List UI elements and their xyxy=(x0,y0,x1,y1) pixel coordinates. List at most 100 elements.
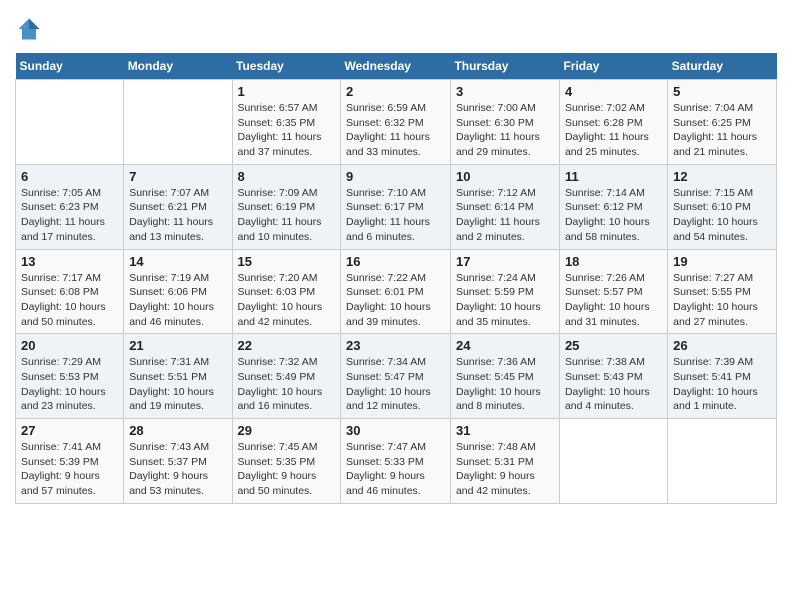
calendar-cell: 17 Sunrise: 7:24 AM Sunset: 5:59 PM Dayli… xyxy=(450,249,559,334)
day-number: 6 xyxy=(21,169,118,184)
day-number: 3 xyxy=(456,84,554,99)
calendar-cell: 29 Sunrise: 7:45 AM Sunset: 5:35 PM Dayli… xyxy=(232,419,341,504)
calendar-cell: 9 Sunrise: 7:10 AM Sunset: 6:17 PM Daylig… xyxy=(341,164,451,249)
day-info: Sunrise: 7:20 AM Sunset: 6:03 PM Dayligh… xyxy=(238,271,336,330)
calendar-week-row: 6 Sunrise: 7:05 AM Sunset: 6:23 PM Daylig… xyxy=(16,164,777,249)
calendar-cell: 6 Sunrise: 7:05 AM Sunset: 6:23 PM Daylig… xyxy=(16,164,124,249)
day-number: 30 xyxy=(346,423,445,438)
day-info: Sunrise: 7:31 AM Sunset: 5:51 PM Dayligh… xyxy=(129,355,226,414)
calendar-cell: 1Sunrise: 6:57 AM Sunset: 6:35 PM Daylig… xyxy=(232,80,341,165)
day-info: Sunrise: 7:22 AM Sunset: 6:01 PM Dayligh… xyxy=(346,271,445,330)
day-number: 21 xyxy=(129,338,226,353)
day-number: 29 xyxy=(238,423,336,438)
calendar-cell: 14 Sunrise: 7:19 AM Sunset: 6:06 PM Dayli… xyxy=(124,249,232,334)
day-number: 7 xyxy=(129,169,226,184)
calendar-cell: 31 Sunrise: 7:48 AM Sunset: 5:31 PM Dayli… xyxy=(450,419,559,504)
day-number: 19 xyxy=(673,254,771,269)
day-info: Sunrise: 7:26 AM Sunset: 5:57 PM Dayligh… xyxy=(565,271,662,330)
calendar-cell: 22 Sunrise: 7:32 AM Sunset: 5:49 PM Dayli… xyxy=(232,334,341,419)
calendar-cell: 7 Sunrise: 7:07 AM Sunset: 6:21 PM Daylig… xyxy=(124,164,232,249)
day-info: Sunrise: 6:57 AM Sunset: 6:35 PM Dayligh… xyxy=(238,101,336,160)
day-number: 9 xyxy=(346,169,445,184)
day-info: Sunrise: 7:32 AM Sunset: 5:49 PM Dayligh… xyxy=(238,355,336,414)
calendar-cell: 11 Sunrise: 7:14 AM Sunset: 6:12 PM Dayli… xyxy=(559,164,667,249)
day-number: 18 xyxy=(565,254,662,269)
logo-icon xyxy=(15,15,43,43)
day-info: Sunrise: 7:41 AM Sunset: 5:39 PM Dayligh… xyxy=(21,440,118,499)
calendar-table: SundayMondayTuesdayWednesdayThursdayFrid… xyxy=(15,53,777,504)
day-number: 12 xyxy=(673,169,771,184)
calendar-cell: 15 Sunrise: 7:20 AM Sunset: 6:03 PM Dayli… xyxy=(232,249,341,334)
calendar-cell: 4 Sunrise: 7:02 AM Sunset: 6:28 PM Daylig… xyxy=(559,80,667,165)
day-number: 27 xyxy=(21,423,118,438)
day-number: 16 xyxy=(346,254,445,269)
calendar-cell: 3 Sunrise: 7:00 AM Sunset: 6:30 PM Daylig… xyxy=(450,80,559,165)
day-number: 5 xyxy=(673,84,771,99)
day-header-friday: Friday xyxy=(559,53,667,80)
calendar-week-row: 13 Sunrise: 7:17 AM Sunset: 6:08 PM Dayli… xyxy=(16,249,777,334)
day-header-monday: Monday xyxy=(124,53,232,80)
calendar-cell: 23Sunrise: 7:34 AM Sunset: 5:47 PM Dayli… xyxy=(341,334,451,419)
calendar-cell: 18 Sunrise: 7:26 AM Sunset: 5:57 PM Dayli… xyxy=(559,249,667,334)
day-info: Sunrise: 7:09 AM Sunset: 6:19 PM Dayligh… xyxy=(238,186,336,245)
day-header-sunday: Sunday xyxy=(16,53,124,80)
day-number: 4 xyxy=(565,84,662,99)
calendar-cell xyxy=(16,80,124,165)
day-info: Sunrise: 7:38 AM Sunset: 5:43 PM Dayligh… xyxy=(565,355,662,414)
day-info: Sunrise: 7:39 AM Sunset: 5:41 PM Dayligh… xyxy=(673,355,771,414)
day-info: Sunrise: 7:29 AM Sunset: 5:53 PM Dayligh… xyxy=(21,355,118,414)
day-header-saturday: Saturday xyxy=(668,53,777,80)
day-number: 20 xyxy=(21,338,118,353)
day-number: 10 xyxy=(456,169,554,184)
day-info: Sunrise: 7:17 AM Sunset: 6:08 PM Dayligh… xyxy=(21,271,118,330)
day-number: 8 xyxy=(238,169,336,184)
day-info: Sunrise: 7:48 AM Sunset: 5:31 PM Dayligh… xyxy=(456,440,554,499)
day-info: Sunrise: 7:10 AM Sunset: 6:17 PM Dayligh… xyxy=(346,186,445,245)
calendar-cell: 5 Sunrise: 7:04 AM Sunset: 6:25 PM Daylig… xyxy=(668,80,777,165)
calendar-header-row: SundayMondayTuesdayWednesdayThursdayFrid… xyxy=(16,53,777,80)
calendar-week-row: 1Sunrise: 6:57 AM Sunset: 6:35 PM Daylig… xyxy=(16,80,777,165)
calendar-cell: 16 Sunrise: 7:22 AM Sunset: 6:01 PM Dayli… xyxy=(341,249,451,334)
day-info: Sunrise: 7:07 AM Sunset: 6:21 PM Dayligh… xyxy=(129,186,226,245)
day-info: Sunrise: 7:45 AM Sunset: 5:35 PM Dayligh… xyxy=(238,440,336,499)
calendar-cell: 27 Sunrise: 7:41 AM Sunset: 5:39 PM Dayli… xyxy=(16,419,124,504)
day-header-tuesday: Tuesday xyxy=(232,53,341,80)
day-info: Sunrise: 7:19 AM Sunset: 6:06 PM Dayligh… xyxy=(129,271,226,330)
day-info: Sunrise: 7:47 AM Sunset: 5:33 PM Dayligh… xyxy=(346,440,445,499)
day-info: Sunrise: 7:04 AM Sunset: 6:25 PM Dayligh… xyxy=(673,101,771,160)
calendar-cell: 30 Sunrise: 7:47 AM Sunset: 5:33 PM Dayli… xyxy=(341,419,451,504)
day-info: Sunrise: 7:36 AM Sunset: 5:45 PM Dayligh… xyxy=(456,355,554,414)
day-number: 31 xyxy=(456,423,554,438)
day-info: Sunrise: 7:02 AM Sunset: 6:28 PM Dayligh… xyxy=(565,101,662,160)
calendar-cell: 12Sunrise: 7:15 AM Sunset: 6:10 PM Dayli… xyxy=(668,164,777,249)
day-info: Sunrise: 7:00 AM Sunset: 6:30 PM Dayligh… xyxy=(456,101,554,160)
day-number: 11 xyxy=(565,169,662,184)
day-number: 14 xyxy=(129,254,226,269)
calendar-week-row: 27 Sunrise: 7:41 AM Sunset: 5:39 PM Dayli… xyxy=(16,419,777,504)
calendar-cell: 25Sunrise: 7:38 AM Sunset: 5:43 PM Dayli… xyxy=(559,334,667,419)
day-info: Sunrise: 7:43 AM Sunset: 5:37 PM Dayligh… xyxy=(129,440,226,499)
calendar-cell: 20 Sunrise: 7:29 AM Sunset: 5:53 PM Dayli… xyxy=(16,334,124,419)
day-number: 23 xyxy=(346,338,445,353)
calendar-cell: 13 Sunrise: 7:17 AM Sunset: 6:08 PM Dayli… xyxy=(16,249,124,334)
day-info: Sunrise: 7:05 AM Sunset: 6:23 PM Dayligh… xyxy=(21,186,118,245)
day-info: Sunrise: 7:14 AM Sunset: 6:12 PM Dayligh… xyxy=(565,186,662,245)
day-number: 13 xyxy=(21,254,118,269)
day-header-thursday: Thursday xyxy=(450,53,559,80)
day-number: 15 xyxy=(238,254,336,269)
calendar-cell: 28Sunrise: 7:43 AM Sunset: 5:37 PM Dayli… xyxy=(124,419,232,504)
day-header-wednesday: Wednesday xyxy=(341,53,451,80)
day-info: Sunrise: 7:24 AM Sunset: 5:59 PM Dayligh… xyxy=(456,271,554,330)
calendar-week-row: 20 Sunrise: 7:29 AM Sunset: 5:53 PM Dayli… xyxy=(16,334,777,419)
day-number: 22 xyxy=(238,338,336,353)
day-number: 17 xyxy=(456,254,554,269)
calendar-cell xyxy=(559,419,667,504)
day-number: 26 xyxy=(673,338,771,353)
day-info: Sunrise: 7:27 AM Sunset: 5:55 PM Dayligh… xyxy=(673,271,771,330)
day-number: 24 xyxy=(456,338,554,353)
calendar-cell: 24 Sunrise: 7:36 AM Sunset: 5:45 PM Dayli… xyxy=(450,334,559,419)
calendar-cell: 2Sunrise: 6:59 AM Sunset: 6:32 PM Daylig… xyxy=(341,80,451,165)
calendar-cell: 26 Sunrise: 7:39 AM Sunset: 5:41 PM Dayli… xyxy=(668,334,777,419)
calendar-cell xyxy=(124,80,232,165)
day-number: 2 xyxy=(346,84,445,99)
